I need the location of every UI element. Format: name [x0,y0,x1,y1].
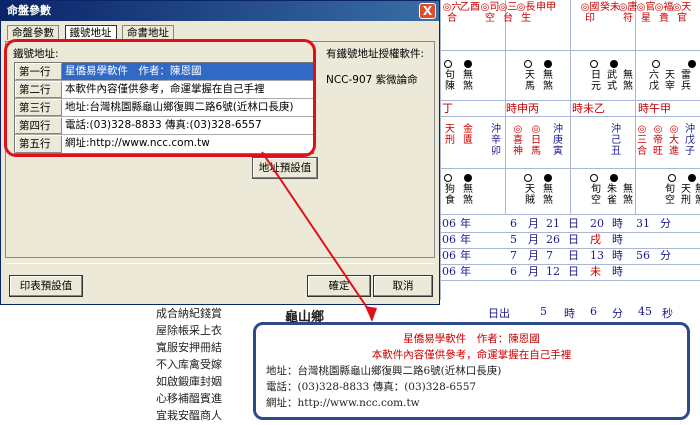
star-label: 金匱 [463,124,473,146]
chart-col: ◎六合 [442,2,462,24]
chart-col: ◎官星 [636,2,656,24]
address-default-button[interactable]: 地址預設值 [252,157,318,179]
star-label: 沖辛卯 [491,124,501,157]
star-label: 沖庚寅 [553,124,563,157]
star-label: 武式 [607,70,617,92]
chart-col: ◎天官 [672,2,692,24]
star-label: 無煞 [543,70,553,92]
star-label: 旬空 [665,184,675,206]
star-label: 無煞 [694,184,700,206]
print-default-button[interactable]: 印表預設值 [9,275,83,297]
date-row: 06 年 5月 26 日 戌時 [442,233,623,246]
star-label: 天宰 [665,70,675,92]
date-row: 06 年 6月 21 日 20 時 31 分 [442,217,671,230]
star-label: 無煞 [463,184,473,206]
sample-line: 電話：(03)328-8833 傳真：(03)328-6557 [266,381,477,393]
star-label: ◎帝旺 [653,124,663,157]
chart-col: ◎長生 [516,2,536,24]
chart-col: 申甲 [536,2,556,13]
divider [5,263,435,264]
chart-col: ◎唐符 [618,2,638,24]
settings-dialog: 命盤參數 X 命盤參數 鐵號地址 命書地址 鐵號地址: 第一行 星僑易學軟件 作… [0,0,440,305]
star-label: 無煞 [543,184,553,206]
sample-line: 網址：http://www.ncc.com.tw [266,397,420,409]
chart-col: ◎司空 [480,2,500,24]
chart-col: ◎三台 [498,2,518,24]
star-label: 沖戊子 [685,124,695,157]
license-label: 有鐵號地址授權軟件: [326,48,425,60]
license-value: NCC-907 紫微論命 [326,74,418,86]
tab-book-address[interactable]: 命書地址 [122,25,174,40]
star-label: 無煞 [623,70,633,92]
star-label: 日元 [591,70,601,92]
hour-bar: 丁 時申丙 時未乙 時午甲 [442,102,671,115]
star-label: ◎喜神 [513,124,523,157]
chart-col: ◎福貴 [654,2,674,24]
star-label: 朱雀 [607,184,617,206]
chart-col: ◎國印 [580,2,600,24]
star-label: 句陳 [445,70,455,92]
sample-line: 本軟件內容僅供參考，命運掌握在自己手裡 [371,349,572,361]
cancel-button[interactable]: 取消 [373,275,433,297]
sample-line: 地址：台灣桃園縣龜山鄉復興二路6號(近林口長庚) [266,365,502,377]
almanac-text: 成合納紀錢賞 屋除帳采上衣 寬服安押冊結 不入库禽受嫁 如啟鍛庫封姻 心移補醞賓… [156,307,222,422]
close-icon: X [422,4,433,18]
star-label: 沖己丑 [611,124,621,157]
sample-line: 星僑易學軟件 作者：陳恩國 [403,333,540,345]
star-label: ◎日馬 [531,124,541,157]
ok-button[interactable]: 確定 [307,275,371,297]
star-label: 天刑 [445,124,455,146]
print-sample: 星僑易學軟件 作者：陳恩國 本軟件內容僅供參考，命運掌握在自己手裡 地址：台灣桃… [253,322,690,420]
star-label: 旬空 [591,184,601,206]
highlight-ring [4,39,316,157]
dialog-titlebar[interactable]: 命盤參數 X [1,1,439,21]
star-label: 天賊 [525,184,535,206]
dialog-title: 命盤參數 [7,4,51,17]
chart-col: 乙酉 [460,2,480,13]
star-label: 狗食 [445,184,455,206]
date-row: 06 年 6月 12 日 未時 [442,265,623,278]
star-label: 無煞 [623,184,633,206]
star-label: 無煞 [463,70,473,92]
star-label: ◎三合 [637,124,647,157]
star-label: 天馬 [525,70,535,92]
astrology-chart: ◎六合 乙酉 ◎司空 ◎三台 ◎長生 申甲 ◎國印 癸未 ◎唐符 ◎官星 ◎福貴… [440,0,700,335]
star-label: 六戊 [649,70,659,92]
chart-col: 癸未 [600,2,620,13]
star-label: 雷兵 [681,70,691,92]
date-row: 06 年 7月 7日 13 時 56 分 [442,249,671,262]
timeline: 日出 5 時 6 分 45 秒 [488,305,673,320]
tab-chart-params[interactable]: 命盤參數 [7,25,59,40]
close-button[interactable]: X [419,3,436,19]
star-label: 天刑 [681,184,691,206]
star-label: ◎大進 [669,124,679,157]
